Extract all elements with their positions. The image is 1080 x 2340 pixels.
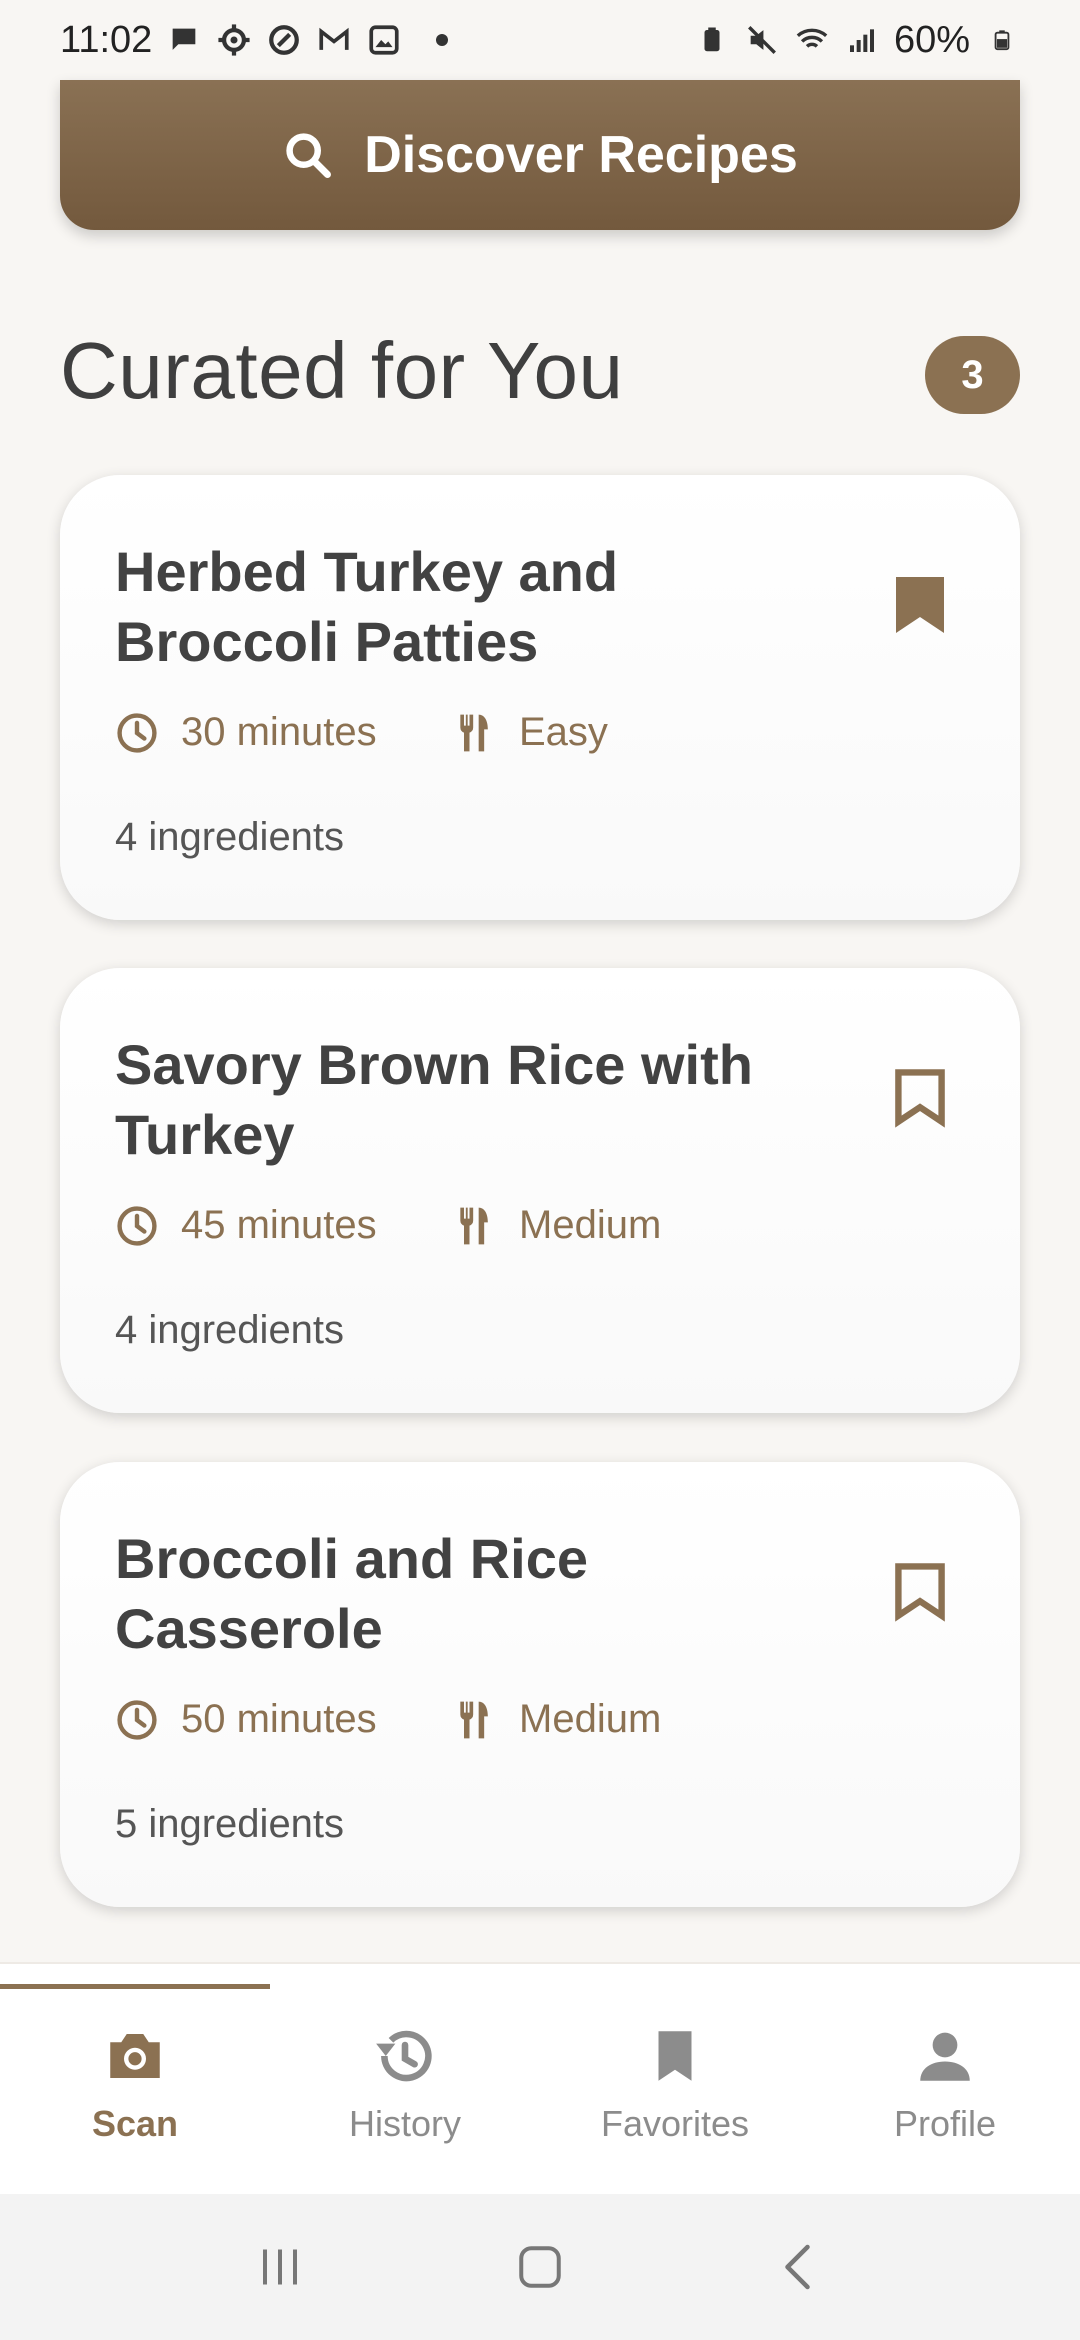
recipe-difficulty: Easy [453,710,608,755]
status-bar: 11:02 60% [0,0,1080,80]
nav-label-favorites: Favorites [600,2103,750,2144]
recipe-difficulty: Medium [453,1203,661,1248]
clock-icon [117,1205,157,1246]
battery-percent: 60% [893,18,970,61]
settings-gear-icon [216,22,252,58]
status-left: 11:02 [60,18,449,62]
recipe-ingredients: 5 ingredients [115,1802,345,1846]
recipe-card[interactable]: Savory Brown Rice with Turkey 45 minutes… [60,968,1020,1413]
recipe-count-badge: 3 [925,336,1020,414]
utensils-icon [460,1207,488,1244]
back-button[interactable] [760,2227,840,2307]
battery-saver-icon [694,22,730,58]
discover-recipes-label: Discover Recipes [364,126,798,184]
active-tab-indicator [0,1984,270,1989]
recipe-card[interactable]: Herbed Turkey and Broccoli Patties 30 mi… [60,475,1020,920]
history-icon [376,2030,432,2082]
bottom-navigation: Scan History Favorites Profile [0,1962,1080,2194]
recipe-title: Savory Brown Rice with Turkey [115,1033,753,1166]
gallery-icon [366,22,402,58]
nav-label-scan: Scan [91,2103,179,2144]
recipe-meta: 30 minutes Easy [115,710,608,755]
nav-label-history: History [348,2103,461,2144]
chat-bubble-icon [166,22,202,58]
nav-item-profile[interactable]: Profile [810,1964,1080,2194]
utensils-icon [460,1701,488,1738]
recipe-time: 50 minutes [115,1697,453,1742]
bookmark-button[interactable] [885,1557,955,1627]
recipe-difficulty-label: Medium [519,1697,662,1741]
bookmark-outline-icon [895,1563,945,1622]
bookmark-filled-icon [896,577,944,633]
recipe-card[interactable]: Broccoli and Rice Casserole 50 minutes M… [60,1462,1020,1907]
recent-apps-button[interactable] [240,2227,320,2307]
clock-icon [117,1699,157,1740]
maps-icon [266,22,302,58]
status-time: 11:02 [60,18,153,61]
nav-item-history[interactable]: History [270,1964,540,2194]
utensils-icon [460,714,488,751]
bookmark-icon [658,2031,692,2081]
wifi-icon [794,22,830,58]
recipe-difficulty-label: Easy [519,710,608,754]
section-title: Curated for You [60,326,624,415]
system-navigation-bar [0,2194,1080,2340]
recipe-meta: 45 minutes Medium [115,1203,661,1248]
recipe-difficulty: Medium [453,1697,661,1742]
recipe-time: 30 minutes [115,710,453,755]
recent-apps-icon [263,2249,297,2285]
mute-icon [744,22,780,58]
recipe-difficulty-label: Medium [519,1203,662,1247]
nav-label-profile: Profile [893,2103,997,2144]
recipe-title: Broccoli and Rice Casserole [115,1527,589,1660]
recipe-ingredients: 4 ingredients [115,1308,345,1352]
camera-icon [110,2034,160,2078]
recipe-title: Herbed Turkey and Broccoli Patties [115,540,619,673]
status-right: 60% [694,19,1020,62]
clock-icon [117,712,157,753]
signal-icon [844,22,880,58]
recipe-time-label: 50 minutes [181,1697,377,1741]
nav-item-scan[interactable]: Scan [0,1964,270,2194]
bookmark-button[interactable] [885,1063,955,1133]
recipe-time-label: 45 minutes [181,1203,377,1247]
bookmark-outline-icon [895,1069,945,1128]
search-icon [286,133,332,178]
bookmark-button[interactable] [885,570,955,640]
back-icon [785,2244,810,2290]
battery-icon [984,22,1020,58]
nav-item-favorites[interactable]: Favorites [540,1964,810,2194]
recipe-meta: 50 minutes Medium [115,1697,661,1742]
gmail-icon [316,22,352,58]
recipe-time-label: 30 minutes [181,710,377,754]
discover-recipes-button[interactable]: Discover Recipes [60,80,1020,230]
recipe-ingredients: 4 ingredients [115,815,345,859]
person-icon [920,2032,970,2081]
recipe-time: 45 minutes [115,1203,453,1248]
notification-dot-icon [436,34,449,46]
home-icon [519,2246,561,2288]
home-button[interactable] [500,2227,580,2307]
